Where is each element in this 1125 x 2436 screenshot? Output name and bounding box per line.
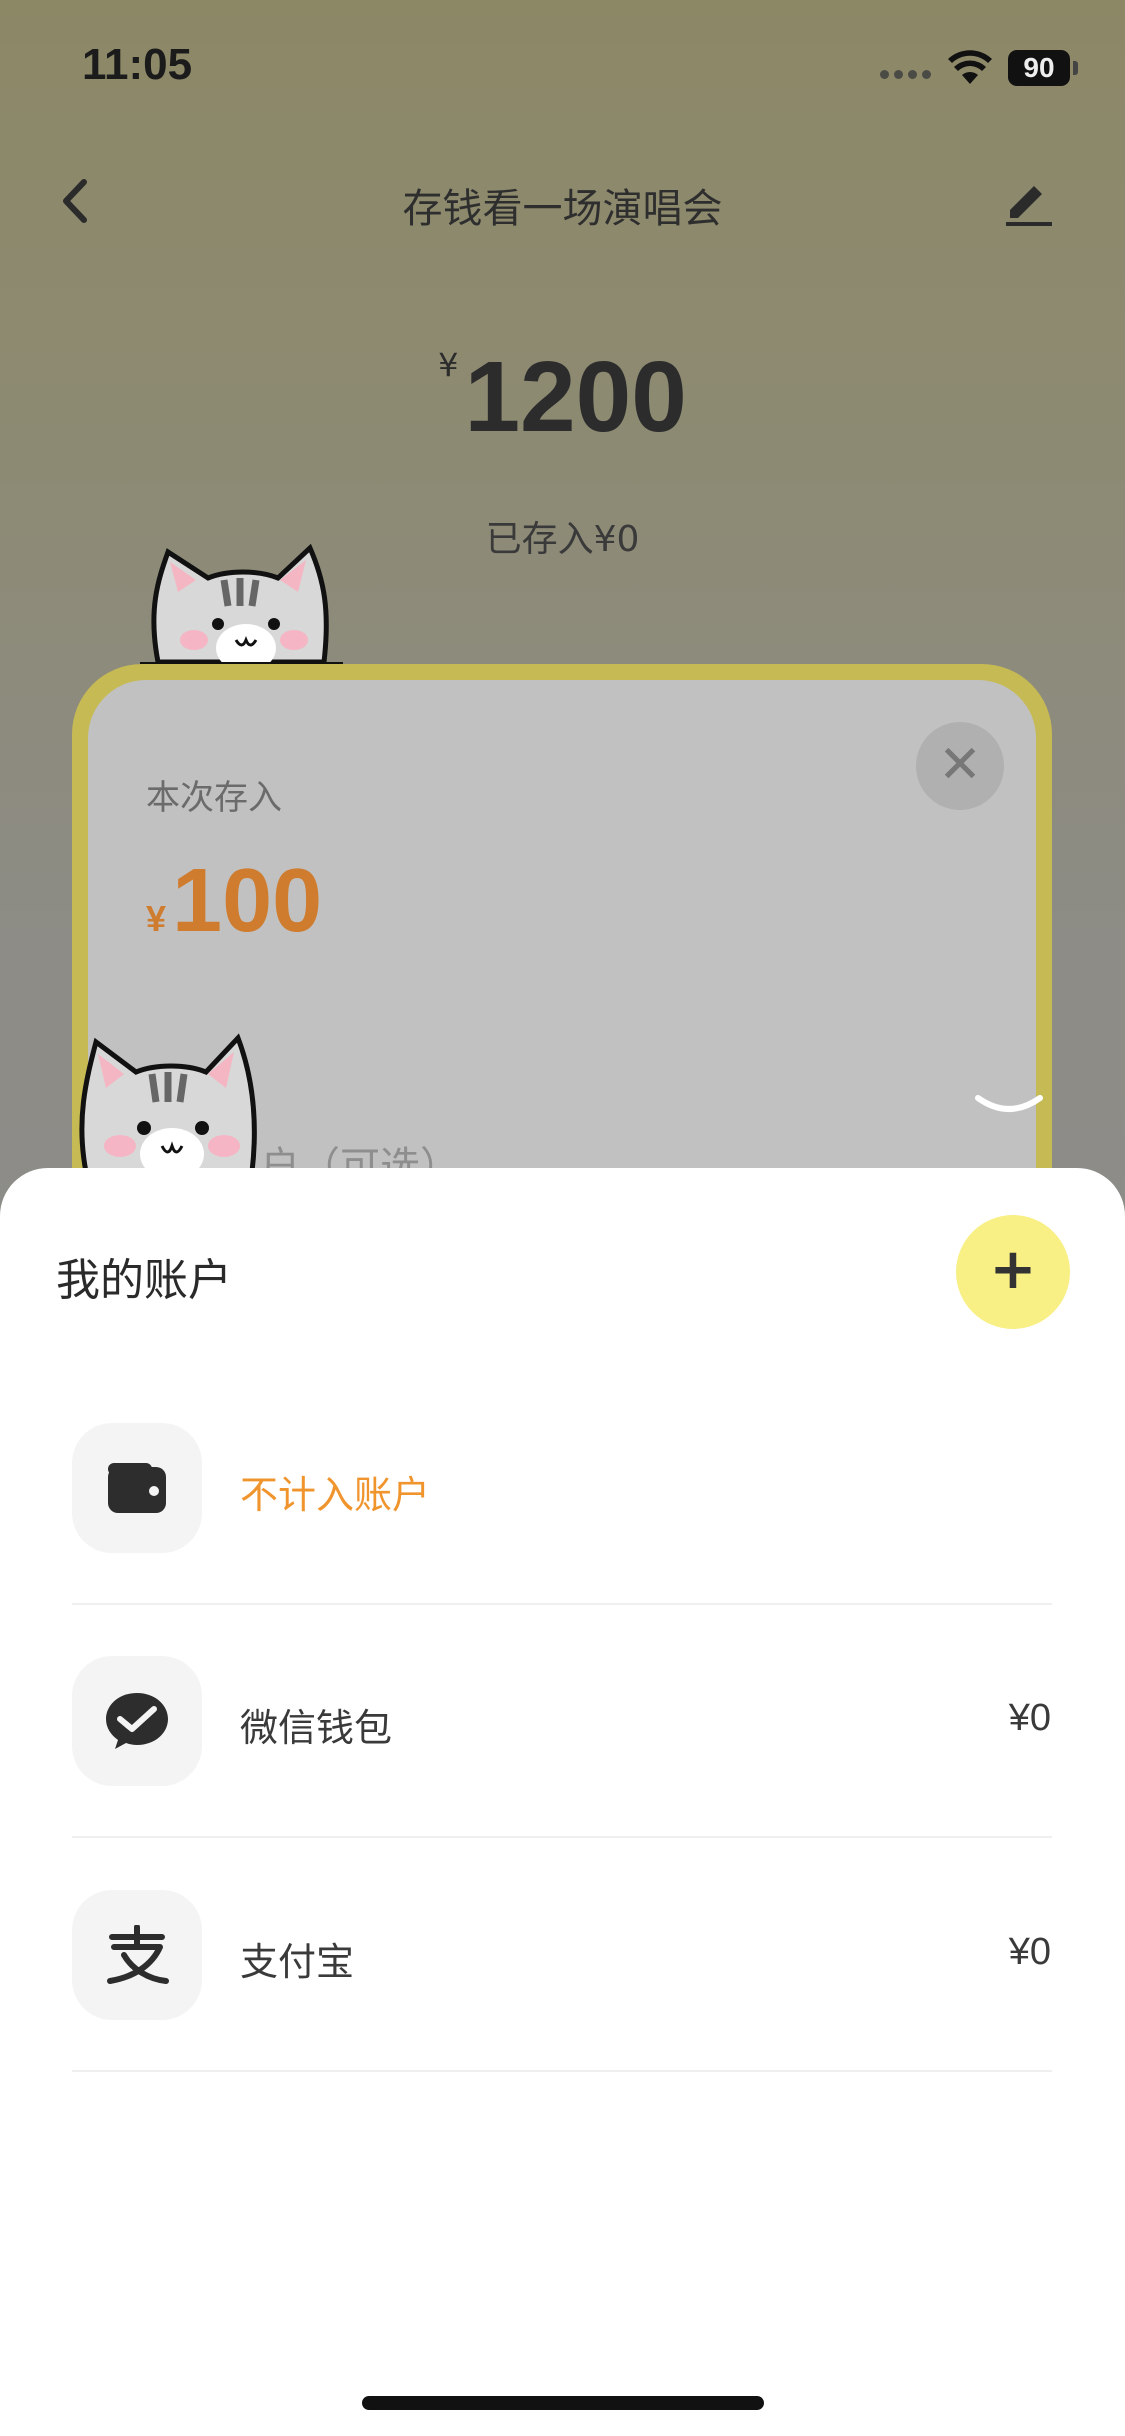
page-title: 存钱看一场演唱会 <box>402 186 723 232</box>
deposit-currency: ¥ <box>146 898 167 939</box>
battery-icon: 90 <box>1008 50 1070 86</box>
cat-mascot-icon <box>140 543 343 670</box>
wallet-icon <box>108 1463 166 1513</box>
sheet-title: 我的账户 <box>56 1255 232 1306</box>
account-balance: ¥0 <box>1008 1931 1051 1973</box>
goal-amount: ¥1200 <box>0 340 1125 455</box>
home-indicator[interactable] <box>362 2396 764 2410</box>
cellular-signal-icon <box>880 70 934 80</box>
status-time: 11:05 <box>82 40 193 89</box>
account-item-alipay[interactable] <box>72 1890 202 2020</box>
account-name[interactable]: 不计入账户 <box>240 1464 430 1519</box>
add-account-button[interactable]: + <box>956 1215 1070 1329</box>
divider <box>72 2070 1052 2072</box>
account-item-wechat[interactable] <box>72 1656 202 1786</box>
alipay-icon <box>107 1925 169 1984</box>
wechat-icon <box>106 1693 168 1749</box>
battery-tip <box>1073 61 1078 75</box>
wifi-icon <box>948 50 992 84</box>
account-item-no-account[interactable] <box>72 1423 202 1553</box>
divider <box>72 1836 1052 1838</box>
accounts-bottom-sheet <box>0 1168 1125 2436</box>
cat-mascot-icon <box>68 1033 271 1180</box>
close-button[interactable]: ✕ <box>916 722 1004 810</box>
chevron-down-icon[interactable] <box>974 1090 1044 1120</box>
divider <box>72 1603 1052 1605</box>
goal-currency: ¥ <box>438 346 459 384</box>
deposit-amount[interactable]: ¥100 <box>146 850 322 953</box>
goal-amount-value: 1200 <box>464 341 687 453</box>
deposit-amount-value: 100 <box>172 851 323 951</box>
account-balance: ¥0 <box>1008 1697 1051 1739</box>
account-name[interactable]: 微信钱包 <box>240 1697 392 1752</box>
deposit-label: 本次存入 <box>146 778 282 818</box>
edit-icon[interactable] <box>1000 172 1056 228</box>
account-name[interactable]: 支付宝 <box>240 1931 354 1986</box>
